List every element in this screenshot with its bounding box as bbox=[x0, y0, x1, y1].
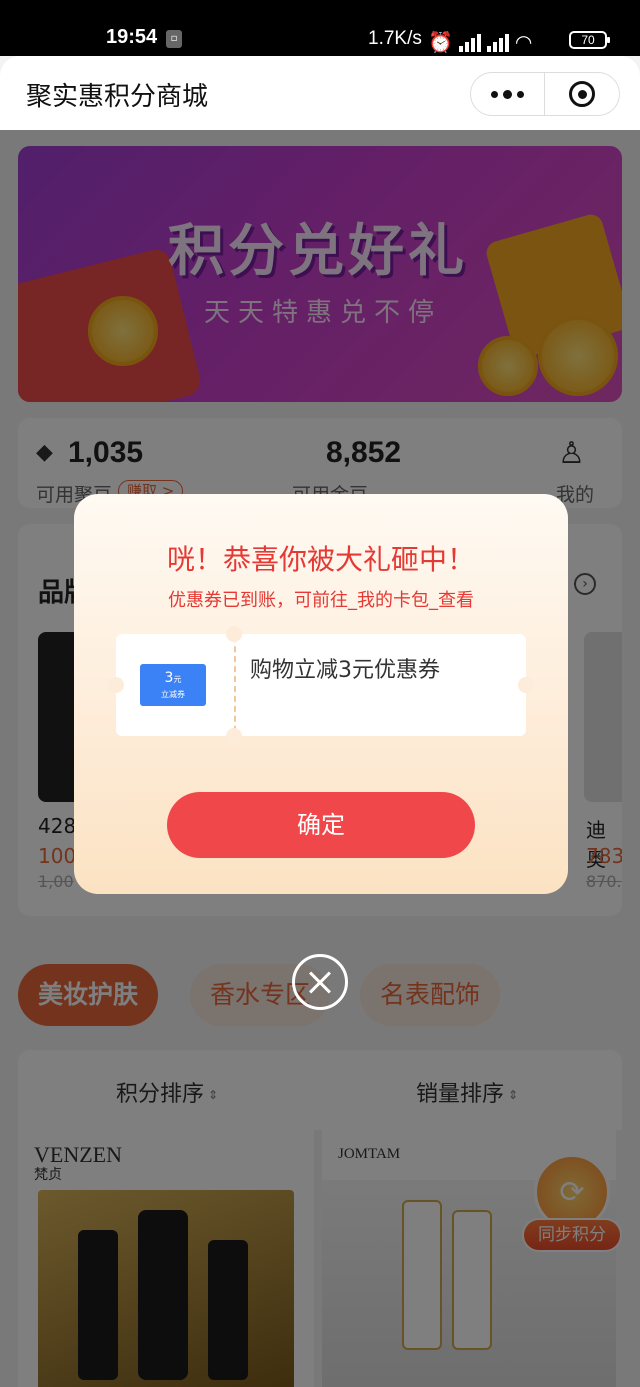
coupon-name: 购物立减3元优惠券 bbox=[250, 658, 440, 683]
more-button[interactable] bbox=[471, 73, 545, 115]
coupon-left: 3元 立减券 bbox=[116, 634, 234, 736]
battery-level: 70 bbox=[581, 33, 595, 47]
modal-headline: 咣！恭喜你被大礼砸中！ bbox=[166, 543, 475, 576]
battery-icon: 70 bbox=[569, 31, 610, 49]
signal-icon-2 bbox=[486, 32, 509, 52]
coupon-notch-2 bbox=[226, 728, 242, 744]
close-miniprogram-button[interactable] bbox=[545, 73, 619, 115]
coupon-card: 3元 立减券 购物立减3元优惠券 bbox=[108, 626, 534, 744]
target-icon bbox=[569, 81, 595, 107]
coupon-notch-3 bbox=[518, 677, 534, 693]
notification-icon: ▫ bbox=[166, 30, 182, 48]
confirm-button[interactable]: 确定 bbox=[167, 792, 475, 858]
coupon-tag-label: 立减券 bbox=[161, 690, 185, 699]
page-title: 聚实惠积分商城 bbox=[26, 82, 209, 112]
coupon-notch bbox=[226, 626, 242, 642]
status-icons: ⏰ ◠ bbox=[428, 26, 532, 52]
coupon-unit: 元 bbox=[173, 675, 182, 684]
coupon-tag: 3元 立减券 bbox=[140, 664, 206, 706]
network-speed: 1.7K/s bbox=[368, 28, 422, 49]
coupon-right: 购物立减3元优惠券 bbox=[234, 634, 526, 736]
coupon-amount-line: 3元 bbox=[140, 670, 206, 686]
alarm-icon: ⏰ bbox=[428, 30, 453, 54]
coupon-notch-4 bbox=[108, 677, 124, 693]
clock: 19:54 bbox=[106, 26, 158, 48]
close-modal-icon[interactable] bbox=[292, 954, 348, 1010]
mini-program-titlebar: 聚实惠积分商城 bbox=[0, 56, 640, 130]
reward-modal: 咣！恭喜你被大礼砸中！ 优惠券已到账，可前往_我的卡包_查看 3元 立减券 购物… bbox=[74, 494, 568, 894]
capsule-menu bbox=[470, 72, 620, 116]
status-bar: 19:54 ▫ 1.7K/s ⏰ ◠ 70 bbox=[0, 0, 640, 56]
signal-icon bbox=[458, 32, 481, 52]
wifi-icon: ◠ bbox=[514, 30, 533, 54]
modal-subline: 优惠券已到账，可前往_我的卡包_查看 bbox=[168, 590, 474, 611]
